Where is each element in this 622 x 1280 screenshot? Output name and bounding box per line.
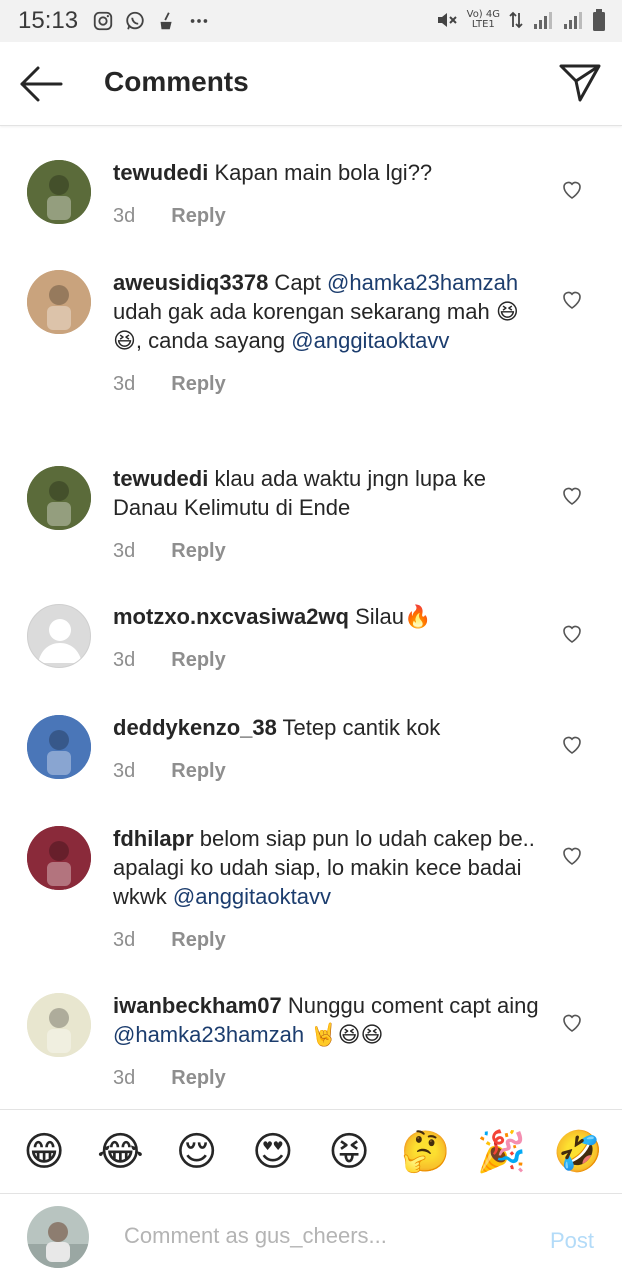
comment-body: tewudedi Kapan main bola lgi?? 3d Reply <box>113 158 543 228</box>
comment-age: 3d <box>113 760 136 782</box>
comment-age: 3d <box>113 205 136 227</box>
comment-username[interactable]: tewudedi <box>113 466 208 491</box>
comment-text: aweusidiq3378 Capt @hamka23hamzah udah g… <box>113 268 543 355</box>
reply-button[interactable]: Reply <box>171 205 225 228</box>
comment-body: tewudedi klau ada waktu jngn lupa ke Dan… <box>113 464 543 563</box>
network-sim-text: LTE1 <box>471 19 495 30</box>
comment-age: 3d <box>113 649 136 671</box>
comment-body: iwanbeckham07 Nunggu coment capt aing @h… <box>113 991 543 1090</box>
signal-sim1-icon <box>534 12 552 29</box>
more-notifications-icon <box>190 19 208 23</box>
commenter-avatar[interactable] <box>27 160 91 224</box>
whatsapp-icon <box>126 11 144 30</box>
paper-plane-icon[interactable] <box>558 60 602 104</box>
emoji-thinking-button[interactable]: 🤔 <box>399 1128 451 1176</box>
emoji-rofl-button[interactable]: 🤣 <box>552 1128 604 1176</box>
comment-body: fdhilapr belom siap pun lo udah cakep be… <box>113 824 543 952</box>
comment-message: Tetep cantik kok <box>276 715 441 740</box>
comment-message: Nunggu coment capt aing <box>281 993 539 1018</box>
status-time: 15:13 <box>18 7 79 34</box>
commenter-avatar[interactable] <box>27 270 91 334</box>
comment-meta: 3d Reply <box>113 540 543 563</box>
heart-icon[interactable] <box>560 483 584 507</box>
comment-username[interactable]: fdhilapr <box>113 826 194 851</box>
mention-link[interactable]: @hamka23hamzah <box>327 270 518 295</box>
comment-text: tewudedi klau ada waktu jngn lupa ke Dan… <box>113 464 543 522</box>
comment-text: iwanbeckham07 Nunggu coment capt aing @h… <box>113 991 543 1049</box>
comment-age: 3d <box>113 540 136 562</box>
commenter-avatar[interactable] <box>27 604 91 668</box>
page-title: Comments <box>104 66 249 97</box>
comment-age: 3d <box>113 929 136 951</box>
current-user-avatar <box>27 1206 89 1268</box>
network-label: Vo) 4G LTE1 <box>467 10 500 30</box>
comment-body: deddykenzo_38 Tetep cantik kok 3d Reply <box>113 713 543 783</box>
status-notification-icons <box>92 10 210 32</box>
comment-meta: 3d Reply <box>113 760 543 783</box>
comment-meta: 3d Reply <box>113 205 543 228</box>
heart-icon[interactable] <box>560 287 584 311</box>
app-bar: Comments <box>0 42 622 126</box>
mention-link[interactable]: @hamka23hamzah <box>113 1022 304 1047</box>
comment-username[interactable]: deddykenzo_38 <box>113 715 277 740</box>
comment-composer: Post <box>0 1193 622 1280</box>
emoji-tongue-button[interactable]: 😝 <box>323 1128 375 1176</box>
comment-username[interactable]: motzxo.nxcvasiwa2wq <box>113 604 349 629</box>
commenter-avatar[interactable] <box>27 826 91 890</box>
comment-message: Silau🔥 <box>348 604 432 629</box>
reply-button[interactable]: Reply <box>171 929 225 952</box>
signal-sim2-icon <box>564 12 582 29</box>
mention-link[interactable]: @anggitaoktavv <box>173 884 331 909</box>
reply-button[interactable]: Reply <box>171 540 225 563</box>
status-bar: 15:13 Vo) 4G LTE1 <box>0 0 622 42</box>
comment-body: motzxo.nxcvasiwa2wq Silau🔥 3d Reply <box>113 602 543 672</box>
emoji-reaction-bar: 😁 😂 😌 😍 😝 🤔 🎉 🤣 <box>0 1109 622 1193</box>
comment-text: fdhilapr belom siap pun lo udah cakep be… <box>113 824 543 911</box>
heart-icon[interactable] <box>560 843 584 867</box>
commenter-avatar[interactable] <box>27 993 91 1057</box>
heart-icon[interactable] <box>560 732 584 756</box>
emoji-joy-button[interactable]: 😂 <box>94 1128 146 1176</box>
reply-button[interactable]: Reply <box>171 649 225 672</box>
data-arrows-icon <box>509 11 523 29</box>
emoji-party-button[interactable]: 🎉 <box>476 1128 528 1176</box>
comment-meta: 3d Reply <box>113 649 543 672</box>
comment-username[interactable]: tewudedi <box>113 160 208 185</box>
commenter-avatar[interactable] <box>27 466 91 530</box>
post-button[interactable]: Post <box>550 1228 594 1254</box>
comment-age: 3d <box>113 373 136 395</box>
comment-text: tewudedi Kapan main bola lgi?? <box>113 158 543 187</box>
comment-text: motzxo.nxcvasiwa2wq Silau🔥 <box>113 602 543 631</box>
heart-icon[interactable] <box>560 1010 584 1034</box>
instagram-icon <box>93 11 113 31</box>
status-system-icons: Vo) 4G LTE1 <box>435 8 606 32</box>
emoji-grin-button[interactable]: 😁 <box>18 1128 70 1176</box>
arrow-left-icon[interactable] <box>18 62 64 106</box>
comment-message: 🤘😆😆 <box>304 1022 384 1047</box>
comment-meta: 3d Reply <box>113 373 543 396</box>
mention-link[interactable]: @anggitaoktavv <box>291 328 449 353</box>
heart-icon[interactable] <box>560 177 584 201</box>
battery-icon <box>593 9 605 31</box>
comment-meta: 3d Reply <box>113 929 543 952</box>
comment-username[interactable]: aweusidiq3378 <box>113 270 268 295</box>
mute-icon <box>437 13 457 27</box>
emoji-heart-eyes-button[interactable]: 😍 <box>247 1128 299 1176</box>
reply-button[interactable]: Reply <box>171 1067 225 1090</box>
reply-button[interactable]: Reply <box>171 760 225 783</box>
reply-button[interactable]: Reply <box>171 373 225 396</box>
comment-meta: 3d Reply <box>113 1067 543 1090</box>
comment-age: 3d <box>113 1067 136 1089</box>
emoji-relieved-button[interactable]: 😌 <box>171 1128 223 1176</box>
comment-input[interactable] <box>124 1216 514 1256</box>
cleaner-icon <box>160 12 172 30</box>
comment-body: aweusidiq3378 Capt @hamka23hamzah udah g… <box>113 268 543 396</box>
comment-message: Capt <box>268 270 328 295</box>
heart-icon[interactable] <box>560 621 584 645</box>
commenter-avatar[interactable] <box>27 715 91 779</box>
comment-username[interactable]: iwanbeckham07 <box>113 993 282 1018</box>
comment-message: Kapan main bola lgi?? <box>208 160 433 185</box>
comment-text: deddykenzo_38 Tetep cantik kok <box>113 713 543 742</box>
